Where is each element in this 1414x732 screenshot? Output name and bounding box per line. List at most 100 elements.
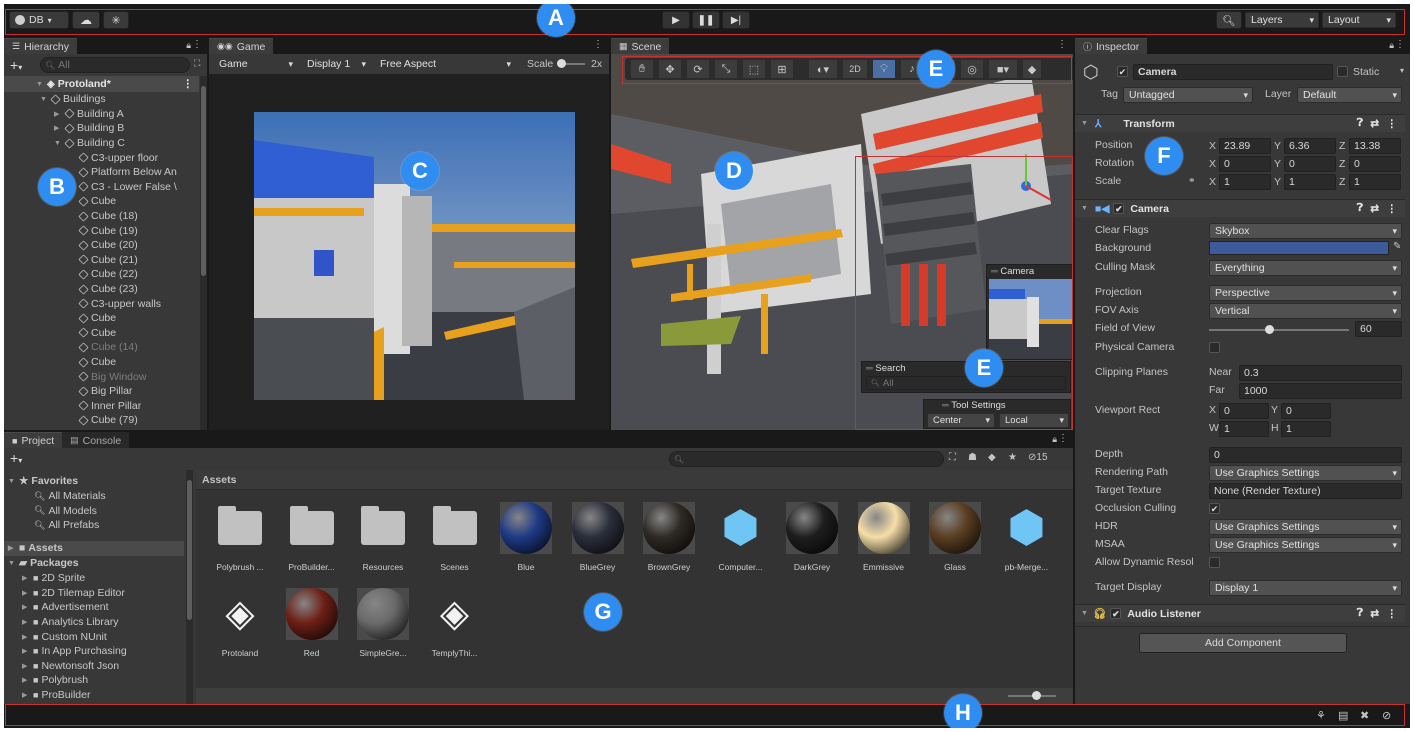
asset-item[interactable]: ◈ TemplyThi... bbox=[423, 588, 487, 668]
play-button[interactable]: ▶ bbox=[662, 11, 690, 29]
hierarchy-item[interactable]: ▼ Building C bbox=[54, 136, 125, 151]
hierarchy-item[interactable]: Cube bbox=[68, 194, 116, 209]
package-item[interactable]: ▶ ■ Newtonsoft Json bbox=[22, 659, 119, 674]
clear-flags-dropdown[interactable]: Skybox bbox=[1209, 223, 1402, 239]
display-dropdown[interactable]: Display 1 bbox=[301, 56, 371, 72]
packages-root-row[interactable]: ▼ ▰ Packages bbox=[8, 556, 79, 571]
hierarchy-item[interactable]: Cube (19) bbox=[68, 223, 138, 238]
hierarchy-item[interactable]: ▼ Buildings bbox=[40, 92, 106, 107]
projection-dropdown[interactable]: Perspective bbox=[1209, 285, 1402, 301]
lock-icon[interactable]: 🔒︎ bbox=[1052, 434, 1057, 445]
tag-dropdown[interactable]: Untagged bbox=[1123, 87, 1253, 103]
layout-dropdown[interactable]: Layout bbox=[1322, 12, 1396, 28]
collab-button[interactable]: ✳ bbox=[103, 11, 129, 29]
asset-item[interactable]: BrownGrey bbox=[637, 502, 701, 582]
depth-field[interactable]: 0 bbox=[1209, 447, 1402, 463]
hierarchy-scrollbar[interactable] bbox=[200, 76, 207, 430]
hierarchy-item[interactable]: Cube bbox=[68, 326, 116, 341]
step-button[interactable]: ▶| bbox=[722, 11, 750, 29]
asset-item[interactable]: Glass bbox=[923, 502, 987, 582]
rotation-z-field[interactable]: 0 bbox=[1349, 156, 1401, 172]
account-dropdown[interactable]: DB ▾ bbox=[9, 11, 69, 29]
object-name-input[interactable]: Camera bbox=[1133, 64, 1333, 80]
eyedropper-icon[interactable]: ✎ bbox=[1393, 241, 1401, 252]
hierarchy-item[interactable]: ▶ Building A bbox=[54, 107, 124, 122]
tab-inspector[interactable]: ⓘ Inspector bbox=[1075, 38, 1148, 54]
expand-icon[interactable]: ▶ bbox=[22, 647, 30, 655]
position-z-field[interactable]: 13.38 bbox=[1349, 138, 1401, 154]
far-field[interactable]: 1000 bbox=[1239, 383, 1402, 399]
add-component-button[interactable]: Add Component bbox=[1139, 633, 1347, 653]
search-by-label-icon[interactable]: ☗ bbox=[968, 452, 977, 463]
visibility-toggle-icon[interactable]: ◎ bbox=[961, 60, 983, 78]
asset-item[interactable]: BlueGrey bbox=[566, 502, 630, 582]
package-item[interactable]: ▶ ■ Polybrush bbox=[22, 673, 88, 688]
hierarchy-item[interactable]: Cube (20) bbox=[68, 238, 138, 253]
package-item[interactable]: ▶ ■ Analytics Library bbox=[22, 615, 118, 630]
asset-item[interactable]: DarkGrey bbox=[780, 502, 844, 582]
tag-filter-icon[interactable]: ◆ bbox=[988, 452, 996, 463]
scale-x-field[interactable]: 1 bbox=[1219, 174, 1271, 190]
aspect-dropdown[interactable]: Free Aspect bbox=[374, 56, 516, 72]
transform-tool-icon[interactable]: ⊞ bbox=[771, 60, 793, 78]
physical-camera-checkbox[interactable] bbox=[1209, 342, 1220, 353]
scale-slider[interactable] bbox=[557, 59, 585, 68]
project-add-button[interactable]: +▾ bbox=[10, 450, 22, 466]
position-x-field[interactable]: 23.89 bbox=[1219, 138, 1271, 154]
project-search-input[interactable]: 🔍︎ bbox=[669, 451, 944, 467]
assets-breadcrumb[interactable]: Assets bbox=[202, 474, 236, 486]
rendering-path-dropdown[interactable]: Use Graphics Settings bbox=[1209, 465, 1402, 481]
hierarchy-item[interactable]: C3-upper walls bbox=[68, 296, 161, 311]
scale-tool-icon[interactable]: ⤡ bbox=[715, 60, 737, 78]
package-item[interactable]: ▶ ■ 2D Sprite bbox=[22, 571, 85, 586]
scale-z-field[interactable]: 1 bbox=[1349, 174, 1401, 190]
tab-scene[interactable]: ▦ Scene bbox=[611, 38, 670, 54]
hand-tool-icon[interactable]: ✋︎ bbox=[631, 60, 653, 78]
lock-icon[interactable]: 🔒︎ bbox=[1389, 40, 1394, 51]
pivot-dropdown[interactable]: Center bbox=[927, 413, 995, 428]
hierarchy-item[interactable]: Big Window bbox=[68, 369, 146, 384]
hdr-dropdown[interactable]: Use Graphics Settings bbox=[1209, 519, 1402, 535]
package-item[interactable]: ▶ ■ In App Purchasing bbox=[22, 644, 127, 659]
hierarchy-search-input[interactable]: 🔍︎ All bbox=[40, 57, 190, 73]
preset-icon[interactable]: ⇄ bbox=[1370, 608, 1379, 620]
menu-icon[interactable]: ⋮ bbox=[1387, 608, 1398, 620]
scene-root-row[interactable]: ▼ ◈ Protoland* ⋮ bbox=[4, 76, 199, 92]
scale-y-field[interactable]: 1 bbox=[1284, 174, 1336, 190]
2d-toggle[interactable]: 2D bbox=[843, 60, 867, 78]
help-icon[interactable]: ❓︎ bbox=[1357, 202, 1363, 215]
cloud-button[interactable]: ☁ bbox=[72, 11, 100, 29]
menu-icon[interactable]: ⋮ bbox=[593, 39, 603, 50]
hierarchy-item[interactable]: Cube bbox=[68, 355, 116, 370]
expand-icon[interactable]: ▶ bbox=[22, 676, 30, 684]
expand-icon[interactable]: ▶ bbox=[54, 110, 62, 118]
fov-field[interactable]: 60 bbox=[1355, 321, 1402, 337]
msaa-dropdown[interactable]: Use Graphics Settings bbox=[1209, 537, 1402, 553]
hierarchy-item[interactable]: Platform Below An bbox=[68, 165, 177, 180]
hidden-packages-icon[interactable]: ⊘15 bbox=[1028, 452, 1048, 463]
expand-icon[interactable]: ▼ bbox=[54, 140, 62, 147]
rotation-y-field[interactable]: 0 bbox=[1284, 156, 1336, 172]
favorite-item[interactable]: 🔍︎ All Prefabs bbox=[34, 518, 99, 533]
gizmos-icon[interactable]: ◆ bbox=[1023, 60, 1041, 78]
tab-hierarchy[interactable]: ☰ Hierarchy bbox=[4, 38, 78, 54]
viewport-w-field[interactable]: 1 bbox=[1219, 421, 1269, 437]
hierarchy-item[interactable]: C3 - Lower False \ bbox=[68, 180, 177, 195]
tab-console[interactable]: ▤ Console bbox=[62, 432, 130, 448]
asset-item[interactable]: ⬢ pb-Merge... bbox=[995, 502, 1059, 582]
hierarchy-item[interactable]: Cube (22) bbox=[68, 267, 138, 282]
space-dropdown[interactable]: Local bbox=[999, 413, 1069, 428]
camera-settings-icon[interactable]: ■▾ bbox=[989, 60, 1017, 78]
cache-icon[interactable]: ▤ bbox=[1338, 709, 1348, 722]
hierarchy-add-button[interactable]: +▾ bbox=[10, 57, 22, 73]
static-checkbox[interactable] bbox=[1337, 66, 1348, 77]
transform-header[interactable]: ▼ ⅄ Transform ❓︎ ⇄ ⋮ bbox=[1075, 114, 1405, 132]
layers-dropdown[interactable]: Layers bbox=[1245, 12, 1319, 28]
package-item[interactable]: ▶ ■ 2D Tilemap Editor bbox=[22, 586, 125, 601]
viewport-x-field[interactable]: 0 bbox=[1219, 403, 1269, 419]
lock-icon[interactable]: 🔒︎ bbox=[186, 40, 191, 51]
viewport-y-field[interactable]: 0 bbox=[1281, 403, 1331, 419]
occlusion-culling-checkbox[interactable]: ✔ bbox=[1209, 503, 1220, 514]
hierarchy-item[interactable]: C3-upper floor bbox=[68, 150, 158, 165]
rect-tool-icon[interactable]: ⬚ bbox=[743, 60, 765, 78]
